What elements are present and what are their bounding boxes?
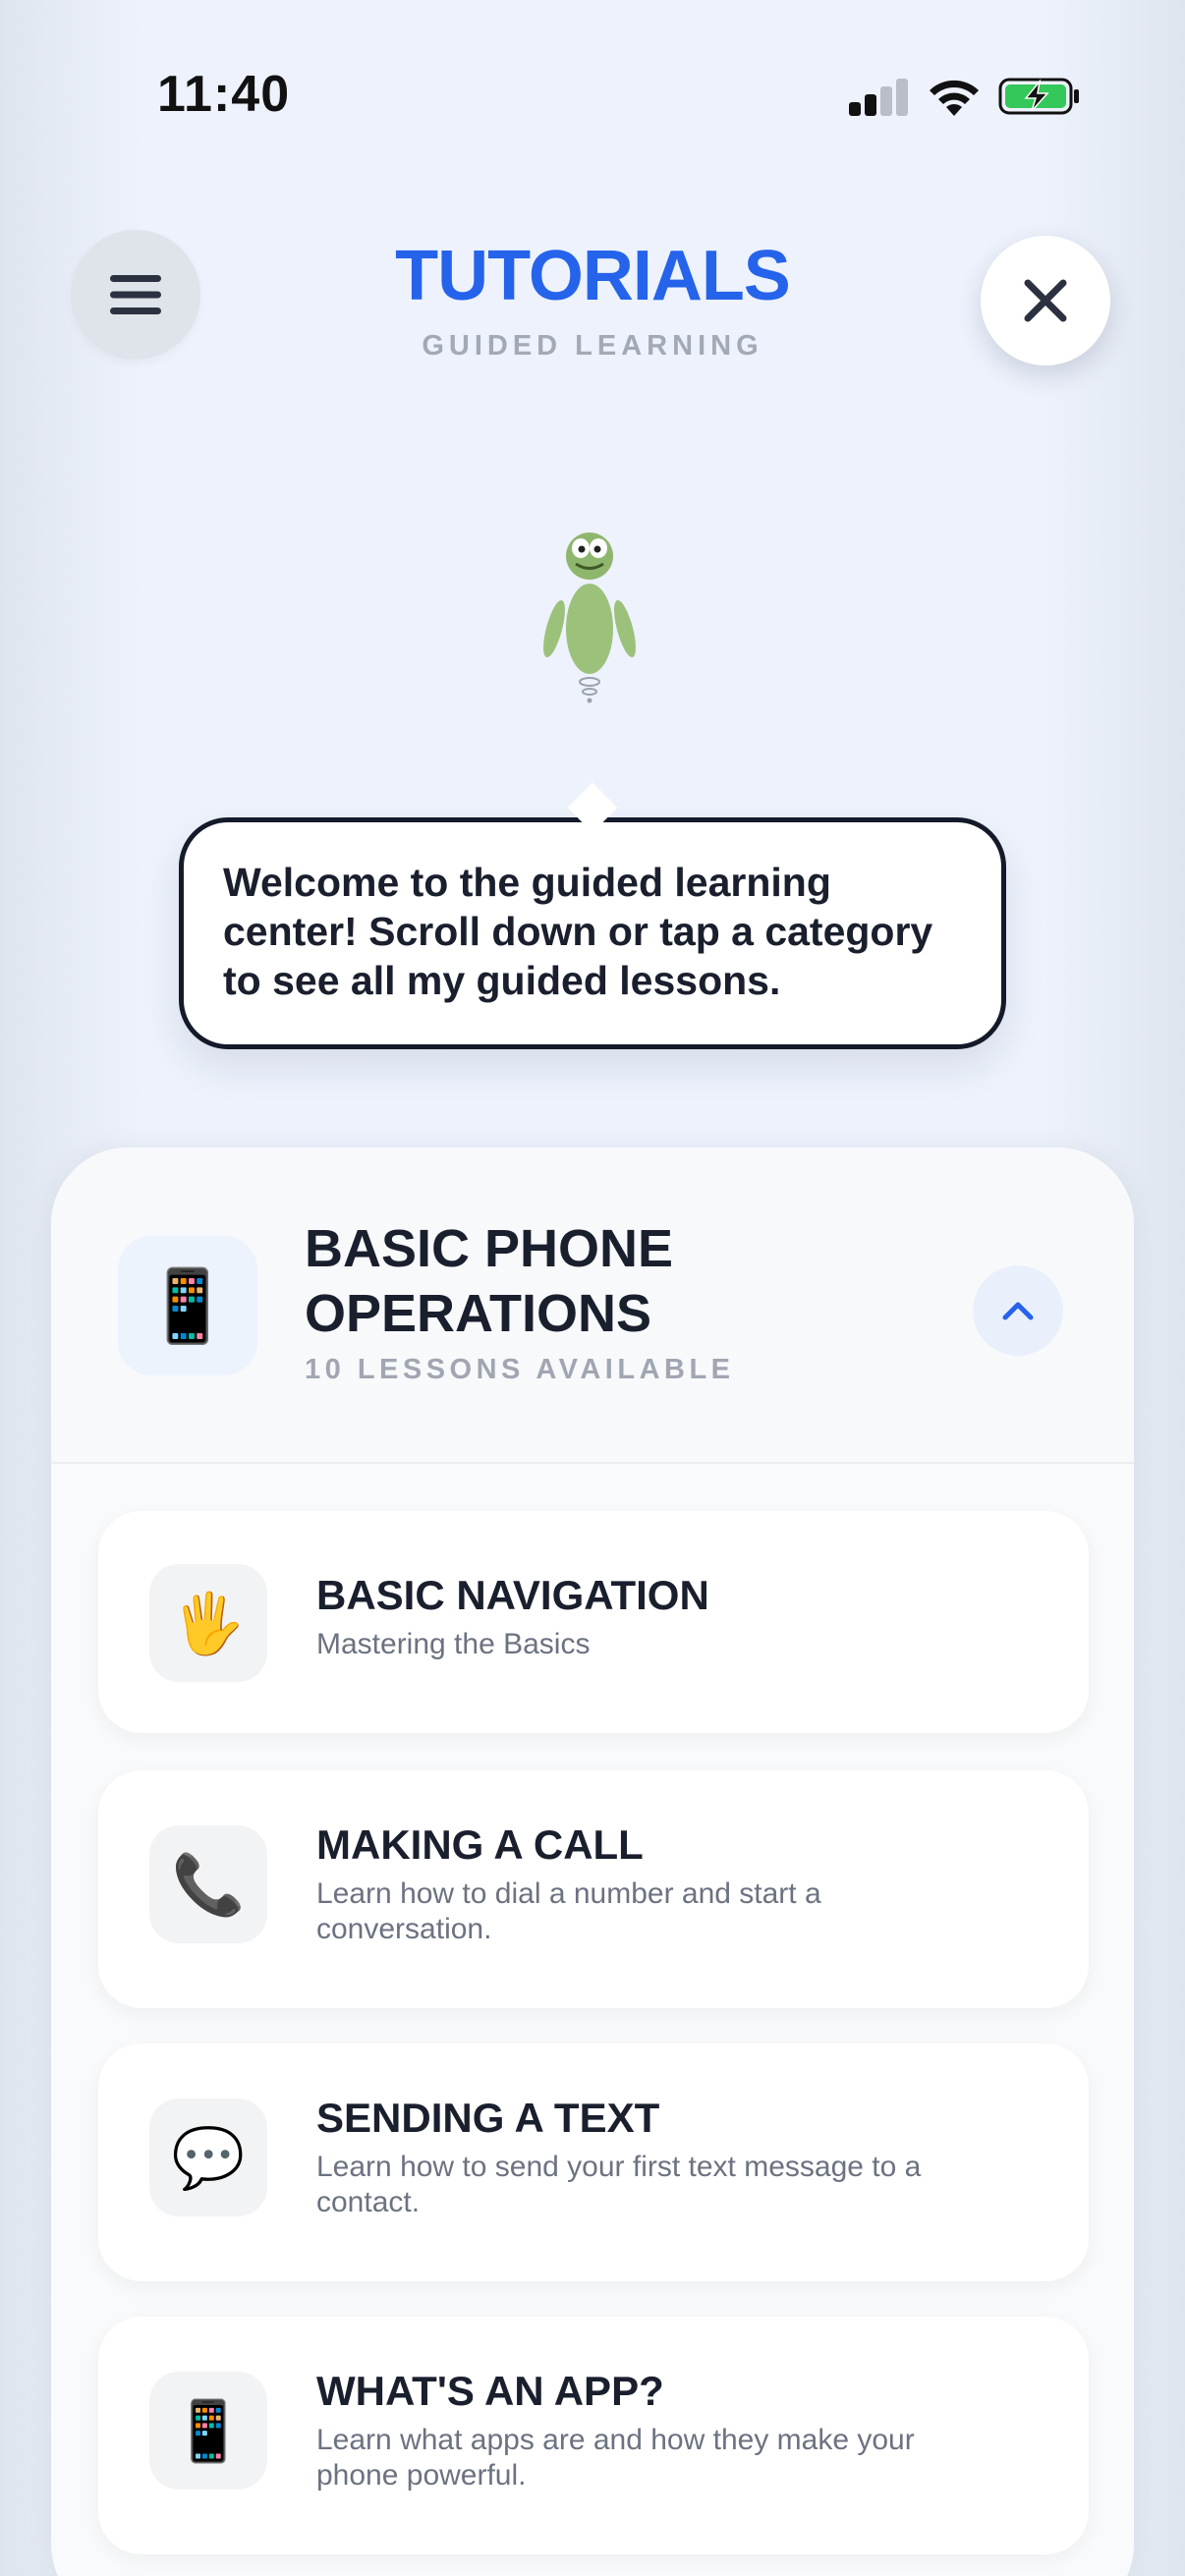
lesson-title: WHAT'S AN APP?	[316, 2368, 664, 2414]
battery-charging-icon	[998, 78, 1079, 115]
lesson-card-sending-a-text[interactable]: 💬 SENDING A TEXT Learn how to send your …	[98, 2044, 1089, 2281]
lesson-title: SENDING A TEXT	[316, 2095, 660, 2141]
status-time: 11:40	[157, 66, 291, 123]
category-lesson-count: 10 LESSONS AVAILABLE	[305, 1354, 735, 1385]
category-title: BASIC PHONE OPERATIONS	[305, 1219, 674, 1343]
close-icon	[1024, 279, 1067, 322]
lesson-card-making-a-call[interactable]: 📞 MAKING A CALL Learn how to dial a numb…	[98, 1770, 1089, 2008]
cellular-signal-icon	[849, 79, 908, 116]
chevron-up-icon	[1002, 1302, 1034, 1320]
category-phone-icon: 📱	[118, 1236, 257, 1375]
collapse-button[interactable]	[973, 1265, 1063, 1356]
alien-mascot-icon	[543, 532, 636, 703]
lesson-description: Learn what apps are and how they make yo…	[316, 2424, 915, 2492]
speech-text: Welcome to the guided learning center! S…	[223, 860, 933, 1003]
lesson-description: Learn how to dial a number and start a c…	[316, 1877, 821, 1945]
close-button[interactable]	[981, 236, 1110, 365]
status-bar: 11:40	[0, 0, 1185, 138]
category-header[interactable]: 📱 BASIC PHONE OPERATIONS 10 LESSONS AVAI…	[51, 1148, 1134, 1464]
lesson-description: Learn how to send your first text messag…	[316, 2151, 922, 2218]
phone-icon: 📞	[149, 1825, 267, 1943]
mascot-speech-bubble: Welcome to the guided learning center! S…	[179, 817, 1006, 1049]
speech-bubble-icon: 💬	[149, 2099, 267, 2216]
category-panel: 📱 BASIC PHONE OPERATIONS 10 LESSONS AVAI…	[51, 1148, 1134, 2576]
lesson-title: BASIC NAVIGATION	[316, 1572, 709, 1618]
lesson-card-basic-navigation[interactable]: 🖐 BASIC NAVIGATION Mastering the Basics	[98, 1511, 1089, 1733]
lesson-card-whats-an-app[interactable]: 📱 WHAT'S AN APP? Learn what apps are and…	[98, 2317, 1089, 2554]
lesson-title: MAKING A CALL	[316, 1821, 644, 1868]
lesson-description: Mastering the Basics	[316, 1628, 591, 1660]
hand-icon: 🖐	[149, 1564, 267, 1682]
mobile-phone-icon: 📱	[149, 2372, 267, 2490]
wifi-icon	[930, 80, 979, 116]
